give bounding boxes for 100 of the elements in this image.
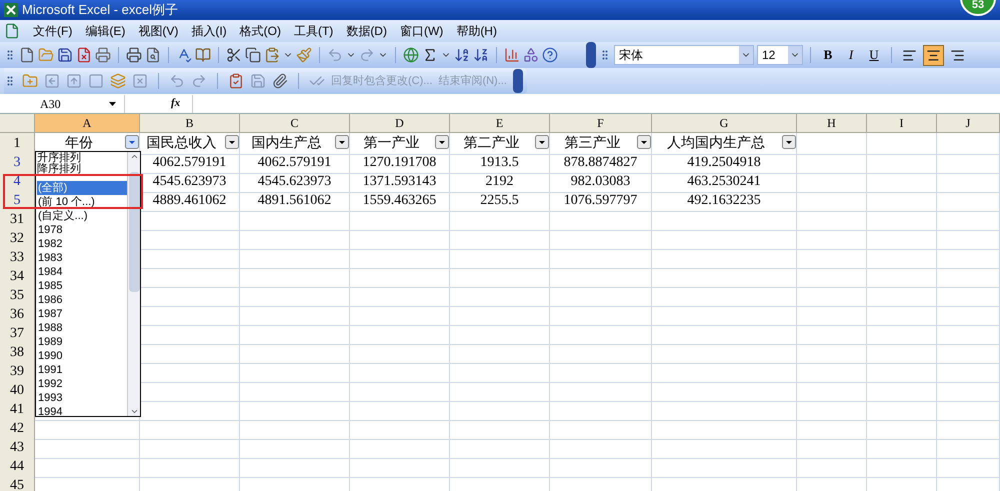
column-header[interactable]: F (550, 114, 652, 133)
font-style-button[interactable]: I (841, 45, 861, 65)
column-header[interactable]: B (140, 114, 240, 133)
table-cell (797, 266, 867, 288)
save-icon[interactable] (57, 47, 73, 63)
font-style-button[interactable]: U (864, 45, 884, 65)
filter-option[interactable]: 1986 (37, 293, 127, 307)
filter-option[interactable]: 1983 (37, 251, 127, 265)
preview-icon[interactable] (145, 47, 161, 63)
column-header[interactable]: H (797, 114, 867, 133)
table-cell: 878.8874827 (550, 152, 652, 174)
table-cell (797, 323, 867, 345)
printer-icon[interactable] (126, 47, 142, 63)
table-cell: 1559.463265 (350, 190, 450, 212)
filter-option[interactable]: 1993 (37, 391, 127, 405)
printer-icon[interactable] (95, 47, 111, 63)
sheet-icon[interactable] (4, 23, 20, 39)
column-header[interactable]: G (652, 114, 797, 133)
table-cell (797, 437, 867, 459)
filter-option[interactable]: 1984 (37, 265, 127, 279)
table-cell (867, 418, 937, 440)
table-cell (797, 171, 867, 193)
paste-icon[interactable] (264, 47, 280, 63)
filter-button-icon[interactable] (335, 135, 349, 149)
menu-item[interactable]: 插入(I) (191, 22, 227, 40)
shapes-icon[interactable] (523, 47, 539, 63)
filter-option[interactable]: 1989 (37, 335, 127, 349)
filter-option[interactable]: 1985 (37, 279, 127, 293)
column-header[interactable]: D (350, 114, 450, 133)
filter-option[interactable]: 1991 (37, 363, 127, 377)
table-cell (867, 399, 937, 421)
table-cell: 4062.579191 (240, 152, 350, 174)
table-cell (797, 133, 867, 155)
table-cell (797, 418, 867, 440)
table-cell (797, 361, 867, 383)
font-combo[interactable]: 宋体 (614, 45, 754, 65)
menu-item[interactable]: 窗口(W) (400, 22, 444, 40)
filter-option[interactable]: 1988 (37, 321, 127, 335)
column-header[interactable]: J (937, 114, 1000, 133)
table-cell (797, 247, 867, 269)
toolbar-overflow-button[interactable] (512, 69, 523, 93)
filter-option[interactable]: 1992 (37, 377, 127, 391)
menu-item[interactable]: 编辑(E) (85, 22, 126, 40)
column-header[interactable]: I (867, 114, 937, 133)
menu-item[interactable]: 格式(O) (240, 22, 281, 40)
file-x-icon[interactable] (76, 47, 92, 63)
column-header[interactable]: C (240, 114, 350, 133)
filter-option[interactable]: 1990 (37, 349, 127, 363)
row-header[interactable]: 45 (0, 475, 35, 491)
menu-item[interactable]: 帮助(H) (456, 22, 497, 40)
font-size-combo[interactable]: 12 (757, 45, 803, 65)
table-cell (937, 209, 1000, 231)
file-icon[interactable] (19, 47, 35, 63)
filter-button-icon[interactable] (637, 135, 651, 149)
menu-item[interactable]: 视图(V) (138, 22, 178, 40)
filter-option[interactable]: 1982 (37, 237, 127, 251)
table-cell (867, 304, 937, 326)
menu-item[interactable]: 文件(F) (33, 22, 72, 40)
toolbar-overflow-button[interactable] (586, 42, 596, 68)
scrollbar[interactable] (127, 152, 140, 416)
sort-option[interactable]: 降序排列 (37, 164, 127, 175)
table-cell: 1270.191708 (350, 152, 450, 174)
scroll-up-icon[interactable] (130, 152, 138, 161)
filter-option[interactable]: (全部) (37, 181, 127, 195)
menu-item[interactable]: 数据(D) (346, 22, 387, 40)
scroll-down-icon[interactable] (130, 407, 138, 416)
filter-button-icon[interactable] (782, 135, 796, 149)
table-cell (867, 380, 937, 402)
sort-descending-icon[interactable] (473, 47, 489, 63)
paperclip-icon[interactable] (272, 73, 288, 89)
filter-option[interactable]: 1994 (37, 405, 127, 419)
book-icon[interactable] (195, 47, 211, 63)
filter-option[interactable]: 1978 (37, 223, 127, 237)
help-icon[interactable] (542, 47, 558, 63)
column-header[interactable]: A (35, 114, 140, 133)
scroll-thumb[interactable] (129, 172, 140, 292)
table-cell (867, 285, 937, 307)
table-cell (937, 437, 1000, 459)
clipboard-check-icon[interactable] (228, 73, 244, 89)
sort-ascending-icon[interactable] (454, 47, 470, 63)
scissors-icon[interactable] (226, 47, 242, 63)
table-cell (867, 456, 937, 478)
menu-item[interactable]: 工具(T) (294, 22, 334, 40)
font-style-button[interactable]: B (818, 45, 838, 65)
filter-option[interactable]: (自定义...) (37, 209, 127, 223)
table-cell (797, 190, 867, 212)
filter-button-icon[interactable] (225, 135, 239, 149)
chart-icon[interactable] (504, 47, 520, 63)
function-button[interactable]: fx (171, 95, 180, 112)
table-cell (867, 133, 937, 155)
filter-button-icon[interactable] (435, 135, 449, 149)
table-cell: 2192 (450, 171, 550, 193)
table-cell (797, 152, 867, 174)
column-header[interactable]: E (450, 114, 550, 133)
dropdown-arrow-icon[interactable] (109, 102, 116, 106)
table-cell (867, 266, 937, 288)
filter-option[interactable]: (前 10 个...) (37, 195, 127, 209)
filter-button-icon[interactable] (535, 135, 549, 149)
copy-icon[interactable] (245, 47, 261, 63)
filter-option[interactable]: 1987 (37, 307, 127, 321)
